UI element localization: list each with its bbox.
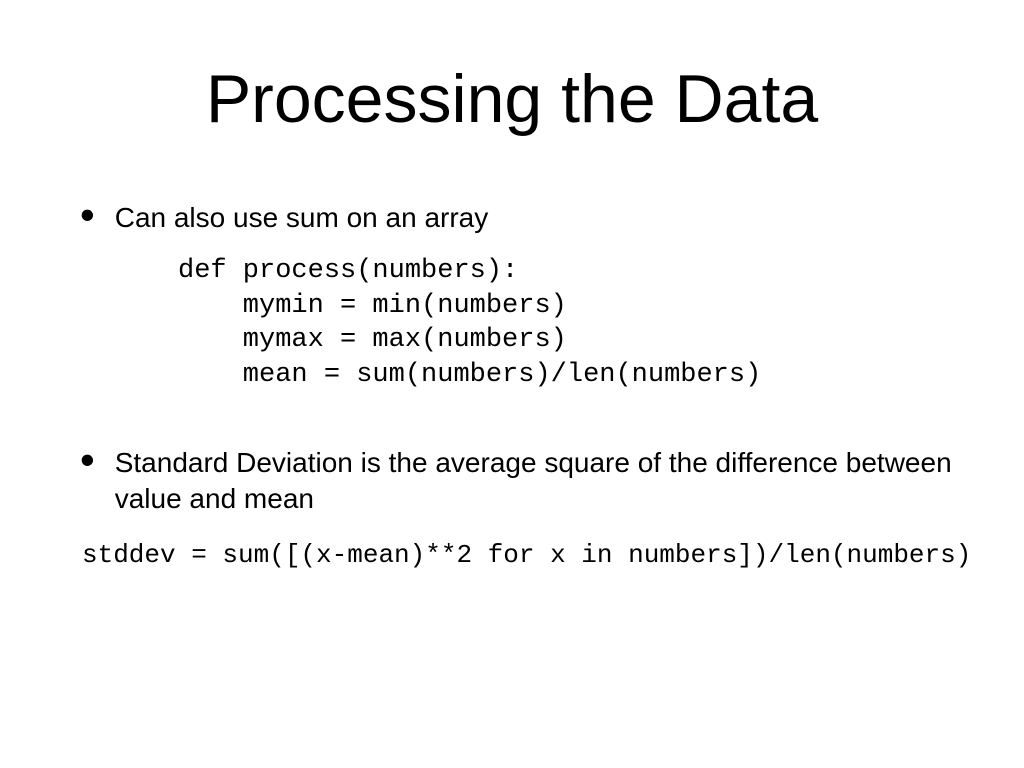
slide: Processing the Data • Can also use sum o… — [0, 0, 1024, 768]
slide-title: Processing the Data — [50, 60, 974, 138]
bullet-icon: • — [80, 202, 95, 228]
bullet-icon: • — [80, 447, 95, 473]
code-block-1: def process(numbers): mymin = min(number… — [178, 254, 974, 392]
code-block-2: stddev = sum([(x-mean)**2 for x in numbe… — [82, 539, 974, 573]
bullet-item-1: • Can also use sum on an array — [50, 198, 974, 236]
bullet-item-2: • Standard Deviation is the average squa… — [50, 443, 974, 518]
bullet-text-2: Standard Deviation is the average square… — [115, 443, 974, 518]
bullet-text-1: Can also use sum on an array — [115, 198, 489, 236]
